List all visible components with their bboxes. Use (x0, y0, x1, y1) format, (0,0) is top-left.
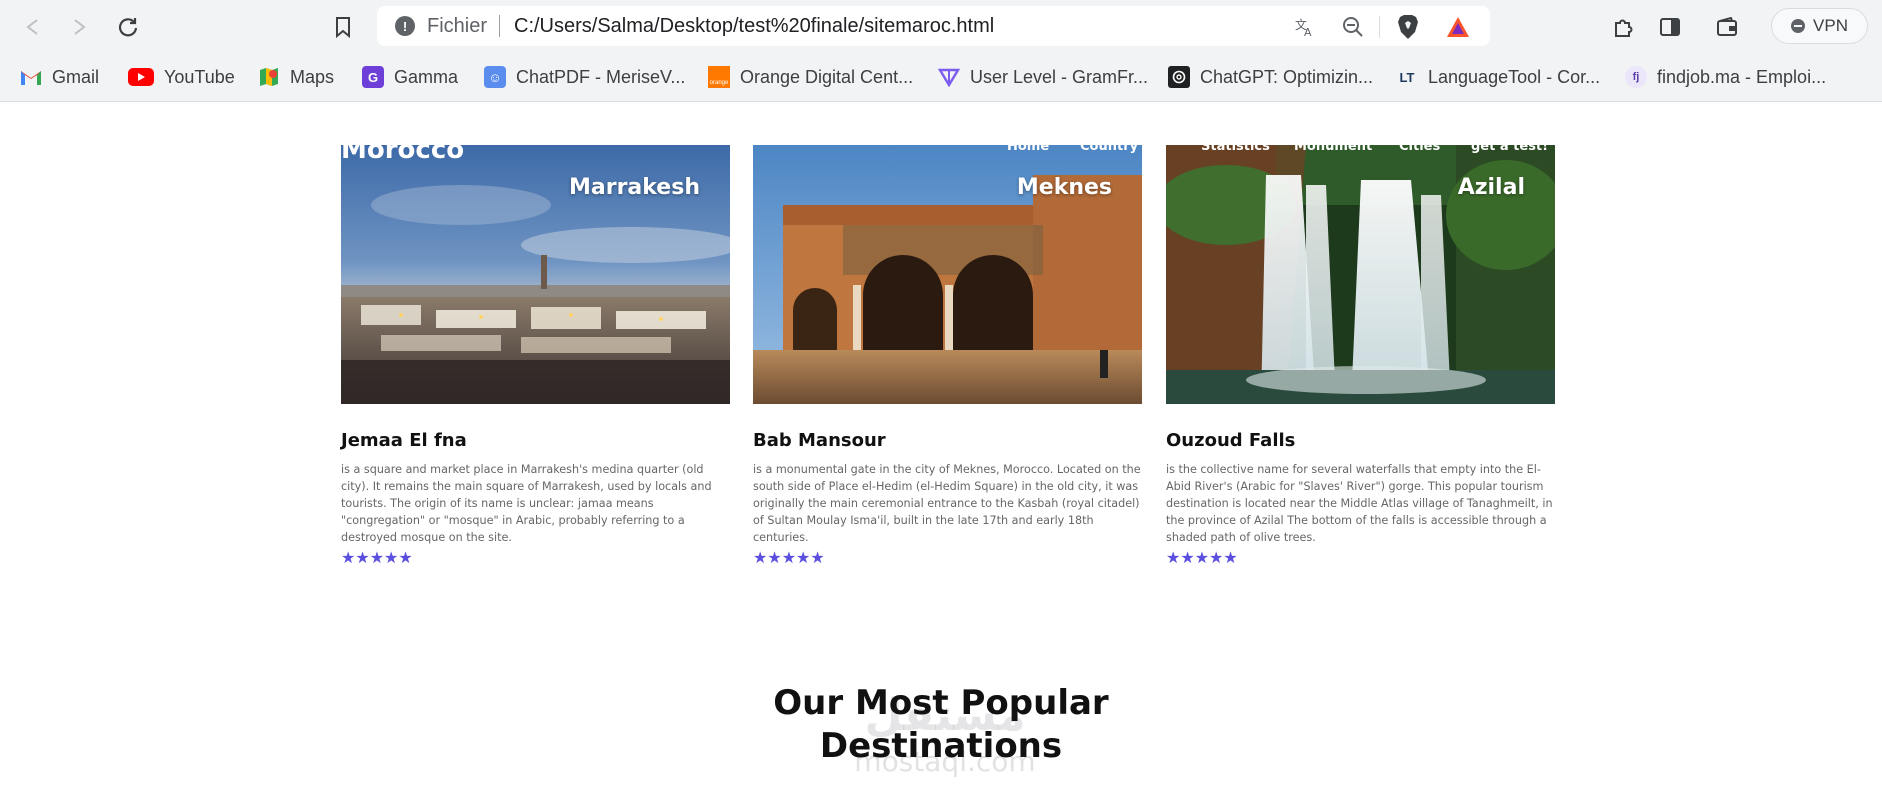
browser-toolbar: ! Fichier C:/Users/Salma/Desktop/test%20… (0, 0, 1882, 54)
bookmark-gmail[interactable]: Gmail (20, 62, 99, 92)
bookmarks-bar: Gmail YouTube Maps G Gamma ☺ ChatPDF - M… (0, 54, 1882, 102)
site-logo[interactable]: Morocco (341, 145, 464, 165)
wallet-icon[interactable] (1712, 12, 1742, 42)
card-image-marrakesh: Morocco Marrakesh (341, 145, 730, 404)
brave-shields-icon[interactable] (1395, 14, 1421, 40)
bookmark-label: Gamma (394, 66, 459, 87)
nav-link-country[interactable]: Country I (1080, 145, 1142, 154)
bookmark-chatgpt[interactable]: ChatGPT: Optimizin... (1168, 62, 1373, 92)
bookmark-gamma[interactable]: G Gamma (362, 62, 458, 92)
bookmark-youtube[interactable]: YouTube (128, 62, 235, 92)
translate-icon[interactable]: 文A (1292, 14, 1318, 40)
bookmark-label: Gmail (52, 66, 100, 87)
findjob-icon: fj (1625, 66, 1647, 88)
bookmark-label: Orange Digital Cent... (740, 66, 914, 87)
youtube-icon (128, 68, 154, 86)
orange-icon: orange (708, 66, 730, 88)
vpn-label: VPN (1813, 16, 1848, 35)
star-rating: ★★★★★ (1166, 548, 1238, 567)
nav-link-get-a-test[interactable]: get a test! (1471, 145, 1548, 154)
card-city-label: Azilal (1457, 175, 1525, 200)
star-rating: ★★★★★ (341, 548, 413, 567)
url-scheme-label: Fichier (427, 15, 488, 37)
chatpdf-icon: ☺ (484, 66, 506, 88)
bookmark-label: YouTube (164, 66, 235, 87)
page-viewport: Morocco Marrakesh Jemaa El fna is a squa… (0, 102, 1882, 799)
bookmark-label: ChatPDF - MeriseV... (516, 66, 686, 87)
gmail-icon (20, 66, 42, 88)
reload-icon (118, 18, 138, 37)
destination-card-azilal[interactable]: Statistics Monument Cities get a test! A… (1166, 145, 1555, 567)
bookmark-orange-digital[interactable]: orange Orange Digital Cent... (708, 62, 913, 92)
section-title-line1: Our Most Popular (773, 683, 1109, 723)
bookmark-page-button[interactable] (330, 12, 356, 42)
back-arrow-icon (26, 19, 38, 35)
card-title: Jemaa El fna (341, 430, 467, 451)
chatgpt-icon (1168, 66, 1190, 88)
destination-card-marrakesh[interactable]: Morocco Marrakesh Jemaa El fna is a squa… (341, 145, 730, 567)
gramfr-icon (938, 66, 960, 88)
nav-link-monument[interactable]: Monument (1294, 145, 1372, 154)
card-image-meknes: Home Country I Meknes (753, 145, 1142, 404)
forward-button[interactable] (64, 12, 94, 42)
nav-link-home[interactable]: Home (1007, 145, 1049, 154)
site-info-icon[interactable]: ! (395, 16, 415, 36)
address-bar[interactable]: ! Fichier C:/Users/Salma/Desktop/test%20… (377, 6, 1490, 46)
card-title: Ouzoud Falls (1166, 430, 1296, 451)
card-description: is a monumental gate in the city of Mekn… (753, 463, 1141, 544)
vpn-button[interactable]: VPN (1771, 8, 1868, 44)
sidebar-toggle-icon[interactable] (1655, 12, 1685, 42)
nav-link-cities[interactable]: Cities (1399, 145, 1440, 154)
bookmark-label: User Level - GramFr... (970, 66, 1149, 87)
bookmark-gramfr[interactable]: User Level - GramFr... (938, 62, 1148, 92)
card-title: Bab Mansour (753, 430, 886, 451)
omnibox-divider (1379, 16, 1380, 38)
destination-card-meknes[interactable]: Home Country I Meknes Bab Mansour is a m… (753, 145, 1142, 567)
languagetool-icon: LT (1399, 69, 1415, 85)
star-rating: ★★★★★ (753, 548, 825, 567)
svg-text:A: A (1304, 26, 1312, 38)
card-image-azilal: Statistics Monument Cities get a test! A… (1166, 145, 1555, 404)
back-button[interactable] (18, 12, 48, 42)
url-separator (499, 15, 500, 37)
zoom-icon[interactable] (1340, 14, 1366, 40)
section-title: Our Most Popular Destinations (741, 682, 1141, 768)
bookmark-label: findjob.ma - Emploi... (1657, 66, 1827, 87)
card-city-label: Marrakesh (568, 175, 700, 200)
reload-button[interactable] (113, 12, 143, 42)
bookmark-icon (336, 17, 350, 38)
card-city-label: Meknes (1016, 175, 1112, 200)
maps-icon (258, 66, 280, 88)
bookmark-chatpdf[interactable]: ☺ ChatPDF - MeriseV... (484, 62, 685, 92)
section-title-line2: Destinations (819, 726, 1063, 766)
card-description: is a square and market place in Marrakes… (341, 463, 712, 544)
gamma-icon: G (362, 66, 384, 88)
bookmark-label: ChatGPT: Optimizin... (1200, 66, 1374, 87)
nav-link-statistics[interactable]: Statistics (1201, 145, 1270, 154)
vpn-status-icon (1791, 19, 1806, 33)
bookmark-maps[interactable]: Maps (258, 62, 334, 92)
brave-rewards-icon[interactable] (1445, 14, 1471, 40)
bookmark-label: LanguageTool - Cor... (1428, 66, 1601, 87)
extensions-icon[interactable] (1608, 12, 1638, 42)
bookmark-languagetool[interactable]: LT LanguageTool - Cor... (1396, 62, 1601, 92)
url-text[interactable]: C:/Users/Salma/Desktop/test%20finale/sit… (514, 15, 994, 38)
card-description: is the collective name for several water… (1166, 463, 1553, 544)
forward-arrow-icon (74, 19, 86, 35)
bookmark-label: Maps (290, 66, 335, 87)
bookmark-findjob[interactable]: fj findjob.ma - Emploi... (1625, 62, 1826, 92)
